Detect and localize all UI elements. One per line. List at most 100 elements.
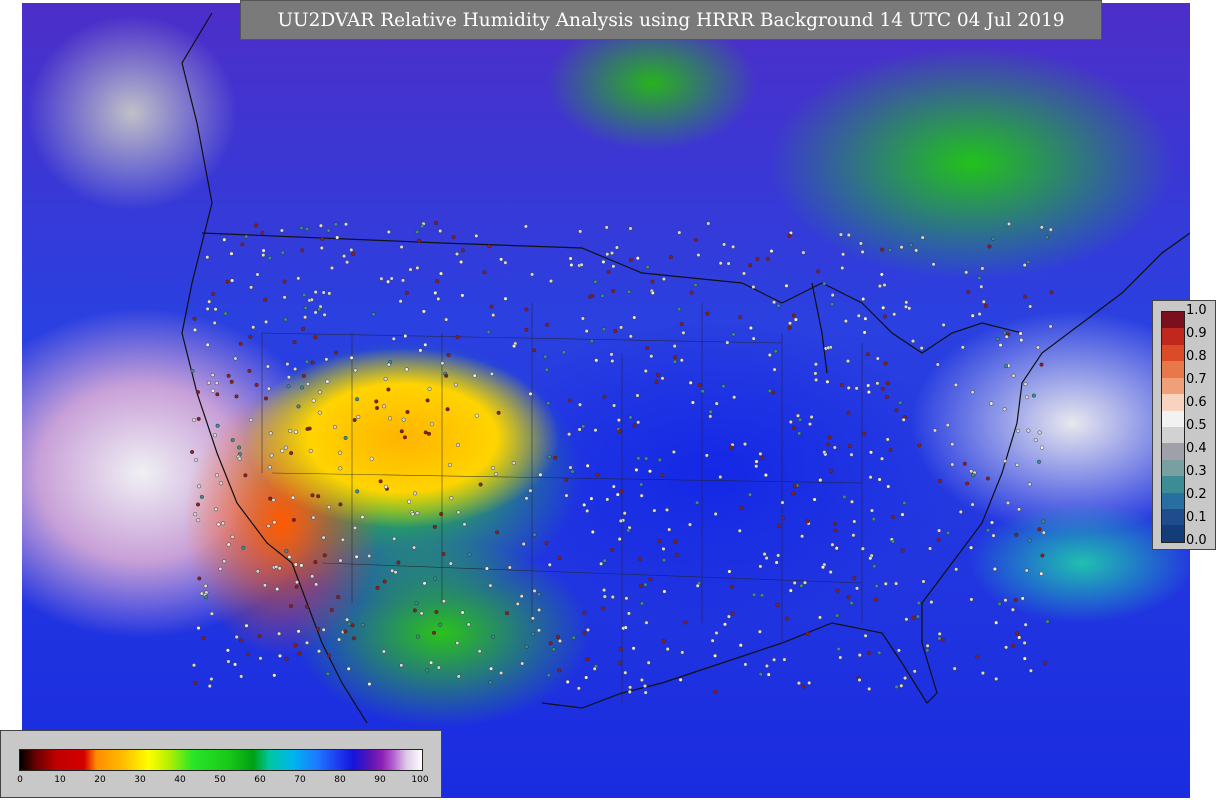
station-marker — [657, 538, 662, 543]
station-marker — [326, 505, 331, 510]
legend-tick-label: 0.6 — [1186, 395, 1207, 410]
station-marker — [619, 647, 624, 652]
station-marker — [683, 620, 688, 625]
station-marker — [375, 585, 380, 590]
station-marker — [1041, 530, 1046, 535]
station-marker — [404, 367, 409, 372]
station-marker — [730, 611, 735, 616]
station-marker — [787, 233, 792, 238]
station-marker — [729, 584, 734, 589]
station-marker — [708, 414, 713, 419]
station-marker — [851, 533, 856, 538]
station-marker — [272, 520, 277, 525]
station-marker — [674, 552, 679, 557]
station-marker — [969, 597, 974, 602]
station-marker — [288, 428, 293, 433]
station-marker — [243, 473, 248, 478]
station-marker — [1002, 407, 1007, 412]
station-marker — [872, 564, 877, 569]
station-marker — [896, 648, 901, 653]
station-marker — [1010, 607, 1015, 612]
station-marker — [248, 418, 253, 423]
station-marker — [869, 450, 874, 455]
station-marker — [704, 453, 709, 458]
station-marker — [332, 425, 337, 430]
station-marker — [352, 636, 357, 641]
station-marker — [933, 428, 938, 433]
station-marker — [515, 601, 520, 606]
legend-tick-label: 0.7 — [1186, 372, 1207, 387]
station-marker — [337, 637, 342, 642]
map-outlines — [181, 12, 1190, 724]
station-marker — [381, 649, 386, 654]
station-marker — [605, 252, 610, 257]
station-marker — [415, 634, 420, 639]
station-marker — [755, 256, 760, 261]
station-marker — [280, 448, 285, 453]
station-marker — [532, 348, 537, 353]
station-marker — [342, 254, 347, 259]
station-marker — [548, 641, 553, 646]
station-marker — [415, 229, 420, 234]
station-marker — [293, 429, 298, 434]
station-marker — [581, 424, 586, 429]
station-marker — [880, 386, 885, 391]
station-marker — [911, 615, 916, 620]
legend-tick-label: 0.5 — [1186, 418, 1207, 433]
station-marker — [329, 607, 334, 612]
legend-swatch — [1162, 394, 1184, 411]
station-marker — [345, 260, 350, 265]
station-marker — [528, 391, 533, 396]
station-marker — [718, 475, 723, 480]
station-marker — [888, 448, 893, 453]
station-marker — [405, 410, 410, 415]
station-marker — [772, 367, 777, 372]
humidity-tick-label: 20 — [94, 775, 106, 785]
station-marker — [830, 542, 835, 547]
station-marker — [422, 581, 427, 586]
station-marker — [383, 484, 388, 489]
station-marker — [902, 500, 907, 505]
station-marker — [868, 475, 873, 480]
station-marker — [313, 560, 318, 565]
station-marker — [1037, 459, 1042, 464]
station-marker — [894, 684, 899, 689]
station-marker — [787, 325, 792, 330]
station-marker — [880, 247, 885, 252]
station-marker — [843, 319, 848, 324]
station-marker — [311, 398, 316, 403]
station-marker — [1033, 438, 1038, 443]
station-marker — [524, 327, 529, 332]
station-marker — [916, 600, 921, 605]
station-marker — [330, 266, 335, 271]
station-marker — [1004, 334, 1009, 339]
station-marker — [883, 361, 888, 366]
humidity-tick-label: 30 — [134, 775, 146, 785]
station-marker — [584, 675, 589, 680]
station-marker — [195, 390, 200, 395]
station-marker — [936, 537, 941, 542]
station-marker — [842, 494, 847, 499]
station-marker — [964, 270, 969, 275]
station-marker — [752, 592, 757, 597]
station-marker — [594, 358, 599, 363]
station-marker — [801, 684, 806, 689]
station-marker — [210, 388, 215, 393]
station-marker — [386, 387, 391, 392]
station-marker — [950, 442, 955, 447]
station-marker — [439, 271, 444, 276]
station-marker — [561, 350, 566, 355]
station-marker — [258, 656, 263, 661]
station-marker — [503, 296, 508, 301]
station-marker — [628, 685, 633, 690]
station-marker — [874, 584, 879, 589]
station-marker — [975, 654, 980, 659]
station-marker — [854, 386, 859, 391]
station-marker — [877, 284, 882, 289]
station-marker — [291, 517, 296, 522]
station-marker — [832, 445, 837, 450]
station-marker — [275, 587, 280, 592]
station-marker — [606, 269, 611, 274]
station-marker — [316, 626, 321, 631]
station-marker — [212, 320, 217, 325]
